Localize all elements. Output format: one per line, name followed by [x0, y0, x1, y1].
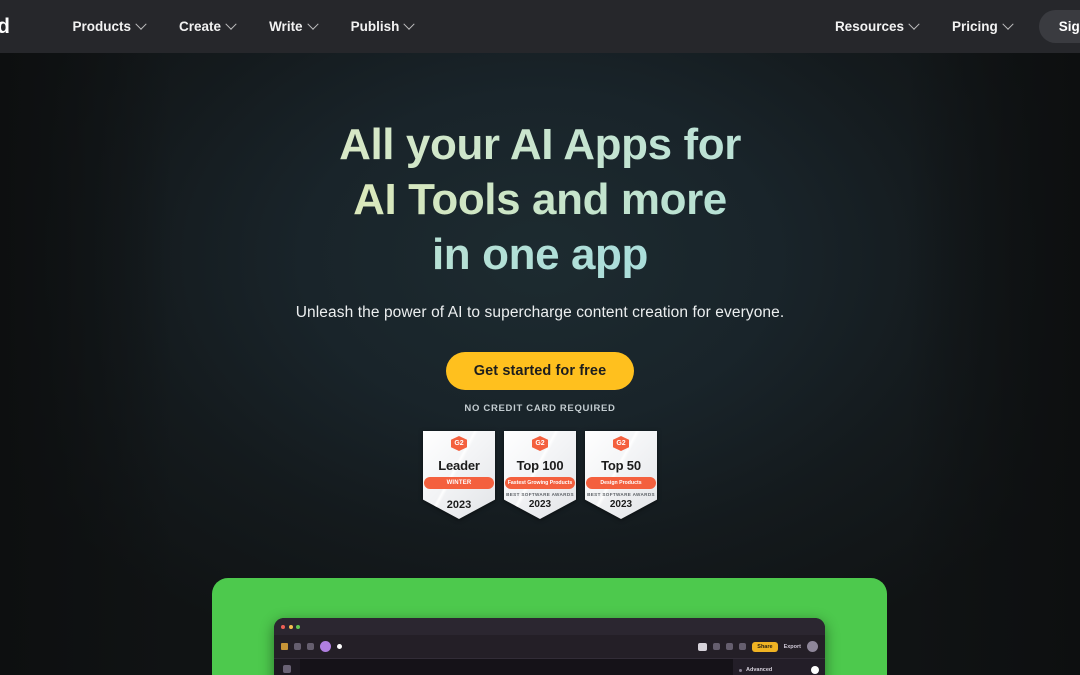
nav-label-products: Products	[72, 19, 132, 34]
mockup-titlebar	[274, 618, 825, 635]
mockup-right-panel: Advanced	[733, 659, 825, 675]
nav-item-create[interactable]: Create	[162, 13, 252, 40]
cursor-dot-icon	[337, 644, 342, 649]
award-badges: G2 Leader WINTER 2023 G2 Top 100 Fastest…	[0, 431, 1080, 519]
nav-label-pricing: Pricing	[951, 19, 998, 34]
chevron-down-icon	[225, 18, 237, 30]
headline-line-2: AI Tools and more	[0, 172, 1080, 227]
mockup-canvas	[300, 659, 733, 675]
hero-section: All your AI Apps for AI Tools and more i…	[0, 53, 1080, 519]
info-icon[interactable]	[713, 643, 721, 650]
sidebar-item-icon[interactable]	[283, 665, 291, 673]
share-button[interactable]: Share	[752, 641, 778, 652]
badge-title: Leader	[438, 458, 480, 473]
bolt-icon[interactable]	[281, 643, 288, 650]
award-badge-top-100: G2 Top 100 Fastest Growing Products BEST…	[504, 431, 576, 519]
panel-label: Advanced	[746, 667, 773, 673]
cta-container: Get started for free NO CREDIT CARD REQU…	[0, 352, 1080, 414]
close-icon	[281, 624, 285, 629]
get-started-button[interactable]: Get started for free	[445, 352, 635, 390]
toggle-knob-icon[interactable]	[811, 666, 819, 674]
mockup-sidebar	[274, 659, 300, 675]
mockup-body: Advanced	[274, 659, 825, 675]
app-window-mockup: Share Export Advanced	[274, 618, 825, 675]
maximize-icon	[296, 624, 300, 629]
badge-title: Top 50	[601, 458, 641, 473]
nav-label-create: Create	[179, 19, 222, 34]
chevron-down-icon	[908, 18, 920, 30]
minimize-icon	[288, 624, 293, 629]
page-title: All your AI Apps for AI Tools and more i…	[0, 117, 1080, 282]
badge-year: 2023	[446, 499, 472, 511]
undo-icon[interactable]	[294, 643, 301, 650]
chevron-down-icon	[1002, 18, 1014, 30]
cloud-icon[interactable]	[739, 643, 747, 650]
page-root: ed Products Create Write Publish Resourc…	[0, 0, 1080, 675]
hero-subheadline: Unleash the power of AI to supercharge c…	[295, 304, 785, 321]
no-credit-card-notice: NO CREDIT CARD REQUIRED	[464, 403, 616, 414]
top-navigation-bar: ed Products Create Write Publish Resourc…	[0, 0, 1080, 53]
mockup-toolbar: Share Export	[274, 635, 825, 659]
layers-icon[interactable]	[698, 642, 708, 651]
badge-year: 2023	[609, 499, 633, 510]
nav-item-pricing[interactable]: Pricing	[935, 13, 1029, 40]
chevron-down-icon	[135, 18, 147, 30]
product-showcase-card: Share Export Advanced	[212, 578, 887, 675]
avatar[interactable]	[807, 641, 818, 652]
badge-year: 2023	[528, 499, 552, 510]
nav-item-products[interactable]: Products	[56, 13, 163, 40]
secondary-nav-links: Resources Pricing Sign	[818, 10, 1080, 43]
plus-icon[interactable]	[726, 643, 734, 650]
text-tool-icon[interactable]	[307, 643, 314, 650]
export-dropdown[interactable]: Export	[784, 644, 801, 650]
badge-ribbon: WINTER	[424, 477, 494, 489]
headline-line-3: in one app	[0, 227, 1080, 282]
nav-item-publish[interactable]: Publish	[334, 13, 431, 40]
badge-subtitle: BEST SOFTWARE AWARDS	[587, 492, 655, 497]
chevron-down-icon	[306, 18, 319, 30]
nav-label-publish: Publish	[350, 19, 400, 34]
award-badge-top-50: G2 Top 50 Design Products BEST SOFTWARE …	[585, 431, 657, 519]
award-badge-leader: G2 Leader WINTER 2023	[423, 431, 495, 519]
badge-ribbon: Design Products	[586, 477, 656, 489]
headline-line-1: All your AI Apps for	[0, 117, 1080, 172]
badge-title: Top 100	[516, 458, 564, 473]
nav-item-resources[interactable]: Resources	[818, 13, 935, 40]
primary-nav-links: Products Create Write Publish	[56, 13, 431, 40]
sign-in-button[interactable]: Sign	[1038, 10, 1080, 43]
badge-ribbon: Fastest Growing Products	[505, 477, 575, 489]
badge-subtitle: BEST SOFTWARE AWARDS	[506, 492, 574, 497]
chevron-down-icon	[403, 18, 416, 30]
nav-item-write[interactable]: Write	[252, 13, 334, 40]
nav-label-write: Write	[269, 19, 303, 34]
chevron-right-icon	[739, 668, 742, 672]
nav-label-resources: Resources	[834, 19, 904, 34]
site-logo[interactable]: ed	[0, 15, 10, 39]
panel-row: Advanced	[739, 666, 819, 674]
color-swatch-icon[interactable]	[320, 641, 331, 652]
